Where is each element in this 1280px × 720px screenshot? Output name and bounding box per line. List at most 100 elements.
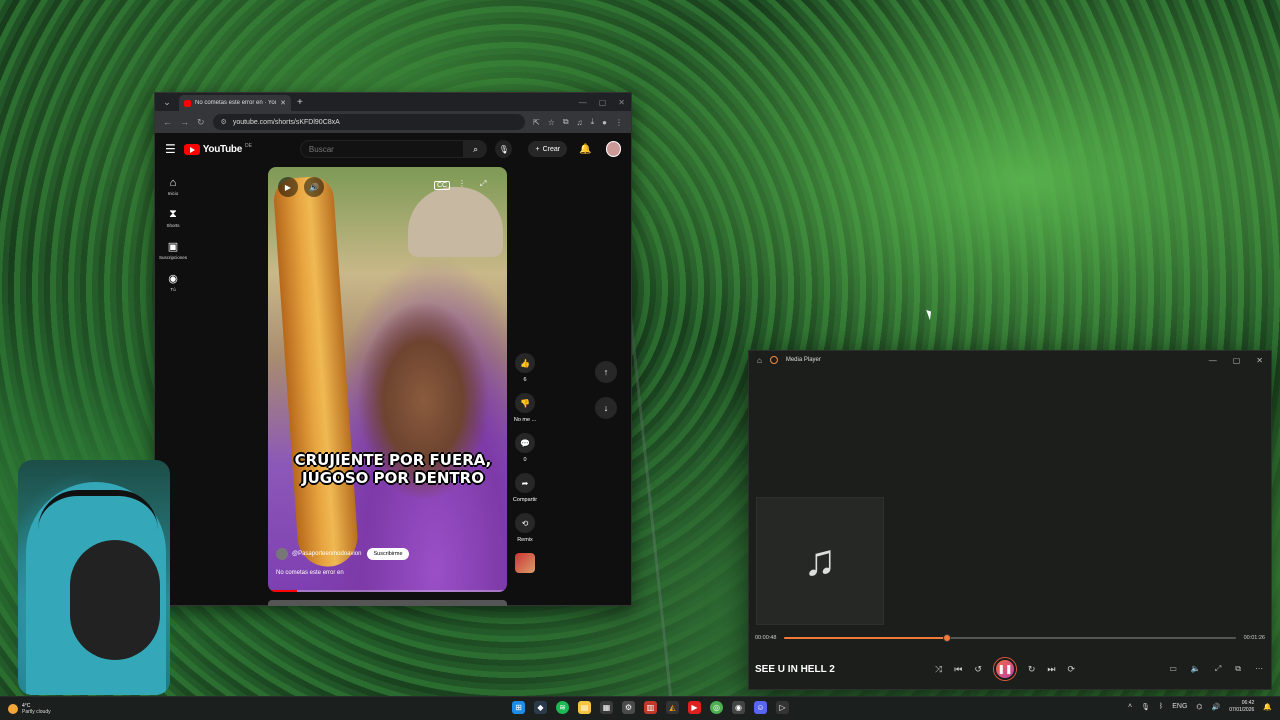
battlenet-icon[interactable]: ◭ <box>666 701 679 714</box>
store-icon[interactable]: ▦ <box>600 701 613 714</box>
site-info-icon[interactable]: ⚙ <box>221 118 227 126</box>
volume-icon[interactable]: 🔈 <box>1191 664 1201 674</box>
home-icon[interactable]: ⌂ <box>757 356 762 365</box>
weather-widget[interactable]: 4°C Partly cloudy <box>0 703 200 715</box>
youtube-wordmark: YouTube <box>202 143 243 155</box>
youtube-header: ☰ YouTube DE Buscar ⌕ 🎙 + Crear 🔔 <box>155 133 631 165</box>
next-icon[interactable]: ⏭ <box>1047 664 1055 675</box>
remix-action[interactable]: ⟲ Remix <box>510 513 540 543</box>
like-action[interactable]: 👍 6 <box>510 353 540 383</box>
volume-icon[interactable]: 🔊 <box>304 177 324 197</box>
forward-30-icon[interactable]: ↻ <box>1028 664 1036 675</box>
discord-icon[interactable]: ☺ <box>754 701 767 714</box>
video-overlay-caption: CRUJIENTE POR FUERA, JUGOSO POR DENTRO <box>288 451 498 487</box>
hamburger-menu-icon[interactable]: ☰ <box>165 142 176 156</box>
play-icon[interactable]: ▶ <box>278 177 298 197</box>
captions-icon[interactable]: CC <box>434 181 451 190</box>
shuffle-icon[interactable]: ⤨ <box>935 664 942 675</box>
repeat-icon[interactable]: ⟳ <box>1068 664 1076 675</box>
arrow-down-icon[interactable]: ↓ <box>595 397 617 419</box>
previous-icon[interactable]: ⏮ <box>954 664 962 675</box>
steam-icon[interactable]: ◆ <box>534 701 547 714</box>
browser-tab[interactable]: No cometas este error en · YouTube ✕ <box>179 95 291 111</box>
sound-thumbnail[interactable] <box>515 553 535 573</box>
tab-list-icon[interactable]: ⌄ <box>161 97 173 108</box>
fullscreen-icon[interactable]: ⤢ <box>480 179 486 189</box>
youtube-icon[interactable]: ▶ <box>688 701 701 714</box>
bluetooth-icon[interactable]: ᛒ <box>1159 703 1163 710</box>
open-in-app-icon[interactable]: ⇱ <box>533 118 540 127</box>
comments-action[interactable]: 💬 0 <box>510 433 540 463</box>
downloads-icon[interactable]: ⤓ <box>591 117 595 127</box>
mouse-cursor-icon <box>926 308 934 321</box>
file-explorer-icon[interactable]: ▤ <box>578 701 591 714</box>
bookmark-star-icon[interactable]: ☆ <box>548 118 555 127</box>
video-progress-fill <box>268 590 297 592</box>
subscribe-button[interactable]: Suscribirme <box>367 548 409 560</box>
close-window-icon[interactable]: ✕ <box>1256 356 1263 365</box>
reload-icon[interactable]: ↻ <box>197 117 205 128</box>
clock[interactable]: 06:42 07/01/2026 <box>1229 700 1254 713</box>
avatar[interactable] <box>605 141 622 157</box>
settings-icon[interactable]: ⚙ <box>622 701 635 714</box>
more-options-icon[interactable]: ⋯ <box>1255 664 1263 674</box>
speaker-icon[interactable]: 🔊 <box>1212 703 1221 711</box>
media-control-icon[interactable]: ♫ <box>577 118 583 127</box>
obs-icon[interactable]: ◉ <box>732 701 745 714</box>
language-indicator[interactable]: ENG <box>1172 703 1187 710</box>
video-description[interactable]: No cometas este error en <box>276 570 344 576</box>
search-input[interactable]: Buscar <box>299 140 465 158</box>
maximize-icon[interactable]: ▢ <box>1233 356 1241 365</box>
notifications-bell-icon[interactable]: 🔔 <box>579 144 591 155</box>
forward-icon[interactable]: → <box>180 117 189 127</box>
microphone-tray-icon[interactable]: 🎙 <box>1141 703 1150 711</box>
caption-line: JUGOSO POR DENTRO <box>302 469 484 487</box>
new-tab-button[interactable]: + <box>297 97 303 108</box>
mini-player-icon[interactable]: ⧉ <box>1235 664 1241 674</box>
share-action[interactable]: ➦ Compartir <box>510 473 540 503</box>
close-tab-icon[interactable]: ✕ <box>280 99 286 107</box>
network-icon[interactable]: ⌬ <box>1196 703 1202 711</box>
channel-avatar[interactable] <box>276 548 288 560</box>
back-icon[interactable]: ← <box>163 117 172 127</box>
seek-handle[interactable] <box>942 634 951 642</box>
rewind-10-icon[interactable]: ↺ <box>974 664 982 675</box>
seek-bar[interactable] <box>784 634 1236 642</box>
caption-line: CRUJIENTE POR FUERA, <box>294 451 492 469</box>
address-bar[interactable]: ⚙ youtube.com/shorts/sKFDl90C8xA <box>212 114 526 130</box>
short-navigation: ↑ ↓ <box>595 361 617 433</box>
search-icon[interactable]: ⌕ <box>464 140 488 158</box>
video-progress-bar[interactable] <box>268 590 507 592</box>
media-player-controls: SEE U IN HELL 2 ⤨ ⏮ ↺ ❚❚ ↻ ⏭ ⟳ ▭ 🔈 ⤢ ⧉ ⋯ <box>755 657 1263 681</box>
like-count: 6 <box>523 377 527 383</box>
notifications-icon[interactable]: 🔔 <box>1263 703 1272 711</box>
create-button[interactable]: + Crear <box>528 141 568 157</box>
close-window-icon[interactable]: ✕ <box>618 98 625 107</box>
youtube-logo[interactable]: YouTube DE <box>183 143 252 155</box>
media-player-taskbar-icon[interactable]: ▷ <box>776 701 789 714</box>
pause-button[interactable]: ❚❚ <box>993 658 1016 680</box>
profile-icon[interactable]: ● <box>602 118 607 127</box>
maximize-icon[interactable]: ▢ <box>599 98 607 107</box>
sidebar-item-shorts[interactable]: ⧗ Shorts <box>155 208 191 228</box>
dislike-action[interactable]: 👎 No me ... <box>510 393 540 423</box>
spotify-icon[interactable]: ≋ <box>556 701 569 714</box>
extensions-icon[interactable]: ⧉ <box>563 117 569 127</box>
more-options-icon[interactable]: ⋮ <box>458 179 466 188</box>
short-video-player[interactable]: ▶ 🔊 CC ⋮ ⤢ CRUJIENTE POR FUERA, JUGOSO P… <box>268 167 507 592</box>
fullscreen-icon[interactable]: ⤢ <box>1215 664 1221 674</box>
start-icon[interactable]: ⊞ <box>512 701 525 714</box>
chevron-up-icon[interactable]: ˄ <box>1128 703 1132 710</box>
minimize-icon[interactable]: — <box>579 98 587 107</box>
calendar-icon[interactable]: ▥ <box>644 701 657 714</box>
sidebar-item-subscriptions[interactable]: ▣ Suscripciones <box>155 240 191 260</box>
sidebar-item-you[interactable]: ◉ Tú <box>155 272 191 292</box>
captions-icon[interactable]: ▭ <box>1169 664 1177 674</box>
arrow-up-icon[interactable]: ↑ <box>595 361 617 383</box>
menu-icon[interactable]: ⋮ <box>615 118 623 127</box>
minimize-icon[interactable]: — <box>1209 356 1217 365</box>
microphone-icon[interactable]: 🎙 <box>495 140 513 158</box>
chrome-icon[interactable]: ◎ <box>710 701 723 714</box>
sidebar-item-home[interactable]: ⌂ Inicio <box>155 177 191 196</box>
channel-name[interactable]: @Pasaporteenmodoavion <box>292 551 361 557</box>
